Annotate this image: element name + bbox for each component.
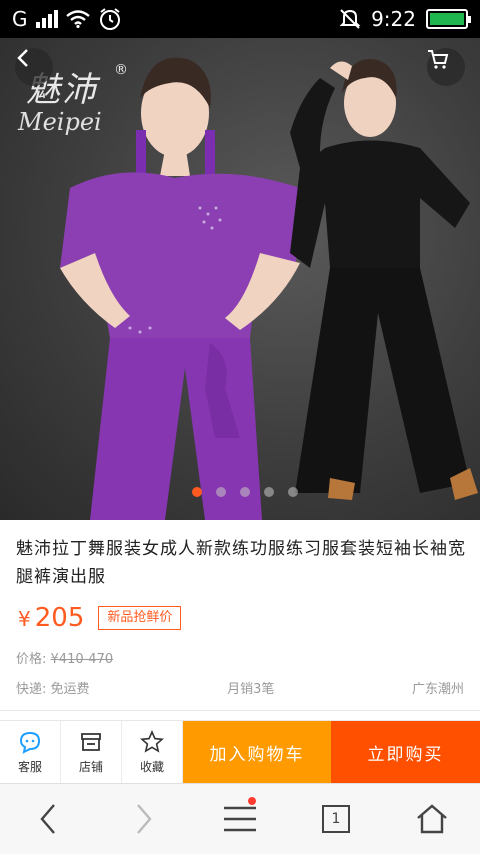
signal-icon — [35, 10, 58, 28]
browser-nav-bar: 1 — [0, 783, 480, 854]
network-type: G — [12, 7, 28, 31]
model-black-outfit — [290, 58, 478, 500]
nav-menu-button[interactable] — [210, 789, 270, 849]
back-button[interactable] — [15, 48, 53, 86]
registered-mark: ® — [114, 62, 128, 78]
notification-dot — [248, 797, 256, 805]
buy-now-button[interactable]: 立即购买 — [331, 721, 480, 783]
home-icon — [417, 804, 447, 834]
status-bar: G 9:22 — [0, 0, 480, 38]
customer-service-button[interactable]: 客服 — [0, 721, 61, 783]
divider — [0, 710, 480, 711]
promo-badge: 新品抢鲜价 — [98, 606, 182, 630]
add-to-cart-button[interactable]: 加入购物车 — [183, 721, 331, 783]
nav-back-button[interactable] — [18, 789, 78, 849]
customer-service-label: 客服 — [17, 759, 42, 774]
tab-count: 1 — [322, 805, 350, 833]
current-price: ¥205 — [18, 603, 85, 633]
star-icon — [140, 729, 164, 753]
nav-tabs-button[interactable]: 1 — [306, 789, 366, 849]
chevron-right-icon — [137, 804, 152, 834]
carousel-dot[interactable] — [264, 487, 274, 497]
shop-label: 店铺 — [78, 759, 103, 774]
location: 广东潮州 — [411, 682, 464, 697]
original-price-label: 价格: — [16, 652, 47, 667]
cart-icon — [428, 50, 449, 69]
carousel-dot[interactable] — [288, 487, 298, 497]
cart-button[interactable] — [427, 48, 465, 86]
menu-icon — [224, 806, 256, 832]
meta-row: 快递: 免运费 月销3笔 广东潮州 — [16, 678, 464, 697]
shop-icon — [81, 732, 101, 751]
battery-icon — [426, 9, 471, 29]
carousel-dot[interactable] — [192, 487, 202, 497]
chevron-left-icon — [17, 49, 28, 67]
brand-name-en: Meipei — [18, 108, 102, 136]
nav-forward-button[interactable] — [114, 789, 174, 849]
price-row: ¥205 新品抢鲜价 — [18, 603, 182, 633]
wifi-icon — [65, 10, 90, 28]
carousel-dot[interactable] — [216, 487, 226, 497]
nav-home-button[interactable] — [402, 789, 462, 849]
clock: 9:22 — [371, 7, 416, 31]
alarm-icon — [99, 8, 120, 30]
action-bar: 客服 店铺 收藏 加入购物车 立即购买 — [0, 721, 480, 783]
carousel-dot[interactable] — [240, 487, 250, 497]
shop-button[interactable]: 店铺 — [61, 721, 122, 783]
product-title: 魅沛拉丁舞服装女成人新款练功服练习服套装短袖长袖宽腿裤演出服 — [16, 539, 466, 587]
chat-icon — [19, 731, 41, 754]
muted-bell-icon — [339, 9, 361, 29]
original-price-row: 价格: ¥410-470 — [16, 648, 113, 667]
favorite-button[interactable]: 收藏 — [122, 721, 183, 783]
favorite-label: 收藏 — [139, 759, 164, 774]
monthly-sales: 月销3笔 — [227, 682, 275, 697]
shipping-info: 快递: 免运费 — [16, 682, 90, 697]
product-image-carousel[interactable]: 魅沛 ® Meipei — [0, 38, 480, 520]
carousel-indicator — [0, 487, 480, 497]
original-price: ¥410-470 — [50, 652, 114, 667]
chevron-left-icon — [40, 804, 55, 834]
